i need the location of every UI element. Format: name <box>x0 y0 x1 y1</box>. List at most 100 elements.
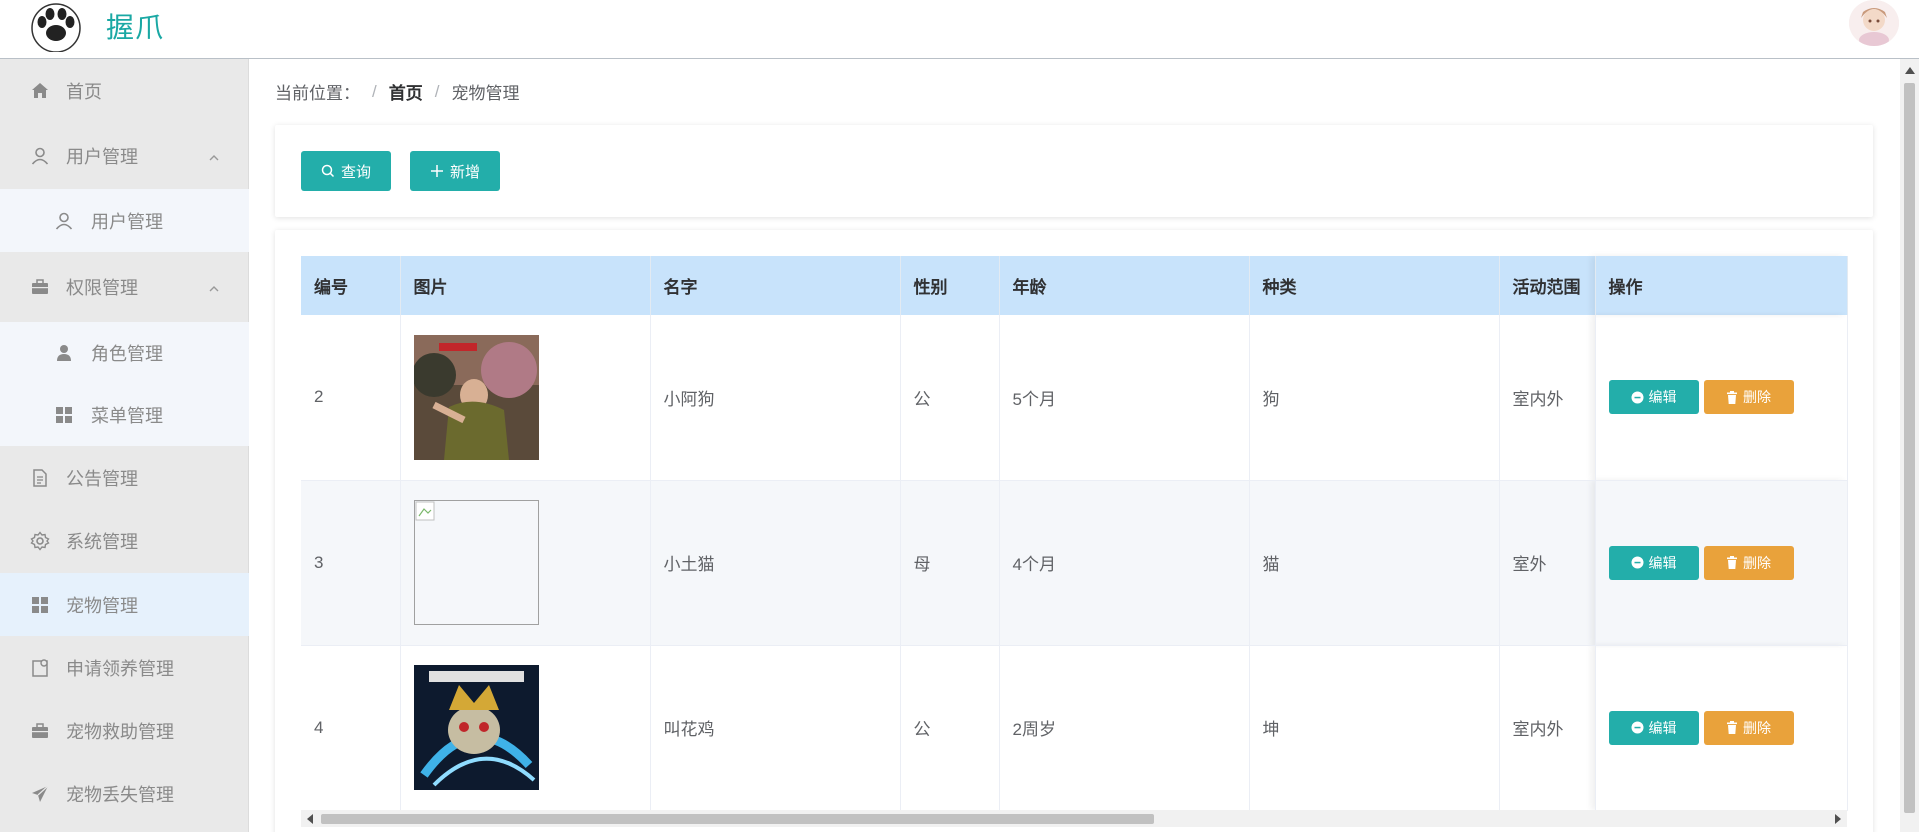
edit-label: 编辑 <box>1648 554 1677 571</box>
paw-logo-icon <box>26 0 84 53</box>
breadcrumb-separator: / <box>372 81 377 101</box>
cell-gender: 公 <box>900 645 1000 811</box>
edit-button[interactable]: 编辑 <box>1608 545 1699 580</box>
column-header-name[interactable]: 名字 <box>650 256 901 315</box>
sidebar-item-label: 公告管理 <box>66 468 138 489</box>
user-icon <box>28 144 52 168</box>
sidebar-subitem-role-management[interactable]: 角色管理 <box>0 322 249 384</box>
add-button[interactable]: 新增 <box>410 151 500 191</box>
column-header-kind[interactable]: 种类 <box>1249 256 1500 315</box>
pet-photo[interactable] <box>413 334 539 460</box>
delete-button[interactable]: 删除 <box>1703 545 1794 580</box>
briefcase-icon <box>28 719 52 743</box>
send-icon <box>28 782 52 806</box>
delete-button[interactable]: 删除 <box>1703 380 1794 415</box>
page-vertical-scrollbar[interactable] <box>1900 59 1919 832</box>
cell-actions: 编辑 删除 <box>1595 645 1848 811</box>
table-horizontal-scrollbar[interactable] <box>301 810 1847 827</box>
scrollbar-thumb[interactable] <box>1904 83 1915 813</box>
cell-gender: 公 <box>900 315 1000 481</box>
minus-circle-icon <box>1631 721 1643 734</box>
cell-range: 室内外 <box>1499 645 1596 811</box>
cell-id: 2 <box>301 315 401 481</box>
table-row: 3 小土猫 母 4个月 猫 室外 编辑 删除 <box>301 480 1848 646</box>
cell-image <box>400 480 651 646</box>
broken-image-icon[interactable] <box>413 500 539 625</box>
pet-photo[interactable] <box>413 665 539 790</box>
sidebar-item-lost-management[interactable]: 宠物丢失管理 <box>0 762 249 825</box>
cell-name: 叫花鸡 <box>650 645 901 811</box>
search-icon <box>321 164 335 178</box>
cell-id: 3 <box>301 480 401 646</box>
cell-gender: 母 <box>900 480 1000 646</box>
grid-icon <box>28 593 52 617</box>
search-panel: 查询 新增 <box>275 125 1873 217</box>
scrollbar-thumb[interactable] <box>321 814 1154 824</box>
delete-label: 删除 <box>1743 719 1771 736</box>
minus-circle-icon <box>1631 391 1643 404</box>
grid-icon <box>52 403 76 427</box>
sidebar-item-label: 首页 <box>66 82 102 102</box>
column-header-id[interactable]: 编号 <box>301 256 401 315</box>
column-header-gender[interactable]: 性别 <box>900 256 1000 315</box>
sidebar-item-home[interactable]: 首页 <box>0 59 249 123</box>
edit-label: 编辑 <box>1648 719 1677 736</box>
breadcrumb-home[interactable]: 首页 <box>389 79 423 104</box>
sidebar-item-label: 申请领养管理 <box>66 658 174 679</box>
user-icon <box>52 209 76 233</box>
column-header-actions: 操作 <box>1595 256 1848 315</box>
column-header-range[interactable]: 活动范围 <box>1499 256 1596 315</box>
cell-range: 室外 <box>1499 480 1596 646</box>
scroll-right-arrow-icon[interactable] <box>1835 814 1841 824</box>
sidebar-item-pet-management[interactable]: 宠物管理 <box>0 573 249 636</box>
sidebar-item-notice-management[interactable]: 公告管理 <box>0 446 249 509</box>
search-button[interactable]: 查询 <box>301 151 391 191</box>
column-header-image[interactable]: 图片 <box>400 256 651 315</box>
cell-kind: 坤 <box>1249 645 1500 811</box>
sidebar-item-permission-management[interactable]: 权限管理 <box>0 252 249 322</box>
edit-button[interactable]: 编辑 <box>1608 380 1699 415</box>
breadcrumb-prefix: 当前位置： <box>275 84 360 103</box>
chevron-up-icon <box>207 280 221 294</box>
trash-icon <box>1727 721 1737 734</box>
cell-image <box>400 315 651 481</box>
breadcrumb: 当前位置： / 首页 / 宠物管理 <box>275 79 519 104</box>
scroll-up-arrow-icon[interactable] <box>1905 67 1915 74</box>
home-icon <box>28 79 52 103</box>
sidebar-subitem-menu-management[interactable]: 菜单管理 <box>0 384 249 446</box>
minus-circle-icon <box>1631 556 1643 569</box>
cell-image <box>400 645 651 811</box>
column-header-age[interactable]: 年龄 <box>999 256 1250 315</box>
scroll-left-arrow-icon[interactable] <box>307 814 313 824</box>
briefcase-icon <box>28 275 52 299</box>
table-row: 2 小阿狗 公 5个月 狗 室内外 编辑 删除 <box>301 315 1848 481</box>
app-brand: 握爪 <box>106 12 165 43</box>
plus-icon <box>430 165 443 177</box>
table-panel: 编号 图片 名字 性别 年龄 种类 活动范围 操作 2 小阿狗 公 5个月 狗 … <box>275 230 1873 832</box>
sidebar-item-label: 系统管理 <box>66 532 138 552</box>
sidebar-subitem-user-management[interactable]: 用户管理 <box>0 189 249 252</box>
table-header-row: 编号 图片 名字 性别 年龄 种类 活动范围 操作 <box>301 256 1848 315</box>
cell-id: 4 <box>301 645 401 811</box>
notebook-icon <box>28 656 52 680</box>
delete-button[interactable]: 删除 <box>1703 710 1794 745</box>
sidebar-item-label: 宠物管理 <box>66 595 138 616</box>
sidebar-item-label: 用户管理 <box>91 211 163 232</box>
sidebar-item-user-management[interactable]: 用户管理 <box>0 123 249 189</box>
sidebar-item-system-management[interactable]: 系统管理 <box>0 509 249 573</box>
user-avatar[interactable] <box>1849 0 1899 46</box>
sidebar-item-adoption-management[interactable]: 申请领养管理 <box>0 636 249 699</box>
person-icon <box>52 341 76 365</box>
edit-button[interactable]: 编辑 <box>1608 710 1699 745</box>
cell-name: 小土猫 <box>650 480 901 646</box>
cell-age: 2周岁 <box>999 645 1250 811</box>
cell-age: 4个月 <box>999 480 1250 646</box>
trash-icon <box>1727 556 1737 569</box>
sidebar-item-rescue-management[interactable]: 宠物救助管理 <box>0 699 249 762</box>
sidebar: 首页 用户管理 用户管理 权限管理 角色管理 菜单管理 公告管理 系统管理 宠物… <box>0 59 249 832</box>
sidebar-item-label: 角色管理 <box>91 344 163 364</box>
cell-kind: 猫 <box>1249 480 1500 646</box>
breadcrumb-separator: / <box>434 81 440 101</box>
gear-icon <box>28 529 52 553</box>
top-header: 握爪 <box>0 0 1919 59</box>
